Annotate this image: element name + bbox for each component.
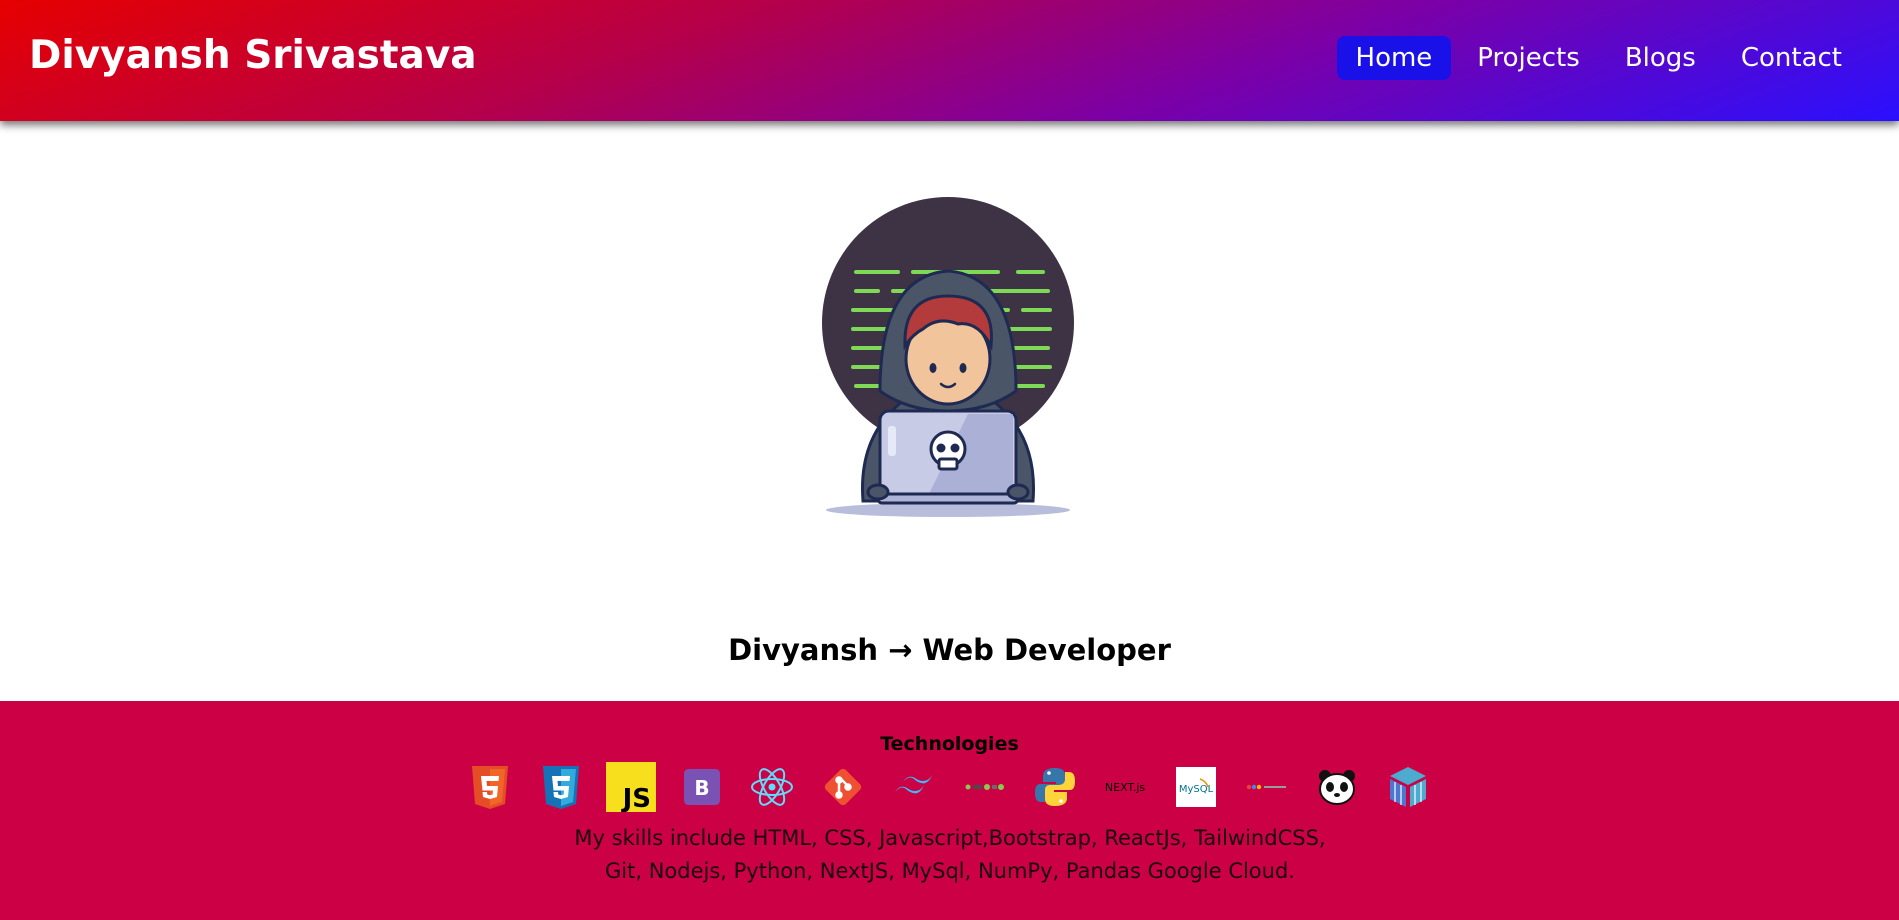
nav-links: Home Projects Blogs Contact [1330, 36, 1861, 80]
git-icon [817, 761, 869, 813]
react-icon [746, 761, 798, 813]
pandas-icon [1311, 761, 1363, 813]
navbar: Divyansh Srivastava Home Projects Blogs … [0, 0, 1899, 121]
technologies-section: Technologies JS B NEXT.js MySQL My skill… [0, 701, 1899, 920]
technologies-title: Technologies [880, 733, 1019, 755]
developer-illustration [822, 197, 1074, 517]
mysql-icon: MySQL [1170, 761, 1222, 813]
nodejs-icon [958, 761, 1010, 813]
nav-home-link[interactable]: Home [1336, 36, 1452, 80]
skills-description: My skills include HTML, CSS, Javascript,… [574, 826, 1326, 883]
nav-projects-link[interactable]: Projects [1458, 36, 1599, 80]
javascript-icon: JS [605, 761, 657, 813]
mysql-icon-text: MySQL [1179, 784, 1214, 795]
google-cloud-icon [1241, 761, 1293, 813]
python-icon [1029, 761, 1081, 813]
nextjs-icon-text: NEXT.js [1105, 781, 1145, 794]
nav-contact-link[interactable]: Contact [1722, 36, 1861, 80]
nav-blogs-link[interactable]: Blogs [1606, 36, 1715, 80]
css3-icon [535, 761, 587, 813]
site-brand[interactable]: Divyansh Srivastava [29, 33, 477, 78]
numpy-icon [1382, 761, 1434, 813]
bootstrap-icon-text: B [694, 776, 709, 800]
technology-icons: JS B NEXT.js MySQL [464, 761, 1434, 813]
nextjs-icon: NEXT.js [1099, 761, 1151, 813]
javascript-icon-text: JS [621, 784, 651, 812]
tailwindcss-icon [888, 761, 940, 813]
hero-headline: Divyansh → Web Developer [728, 633, 1171, 667]
bootstrap-icon: B [676, 761, 728, 813]
html5-icon [464, 761, 516, 813]
